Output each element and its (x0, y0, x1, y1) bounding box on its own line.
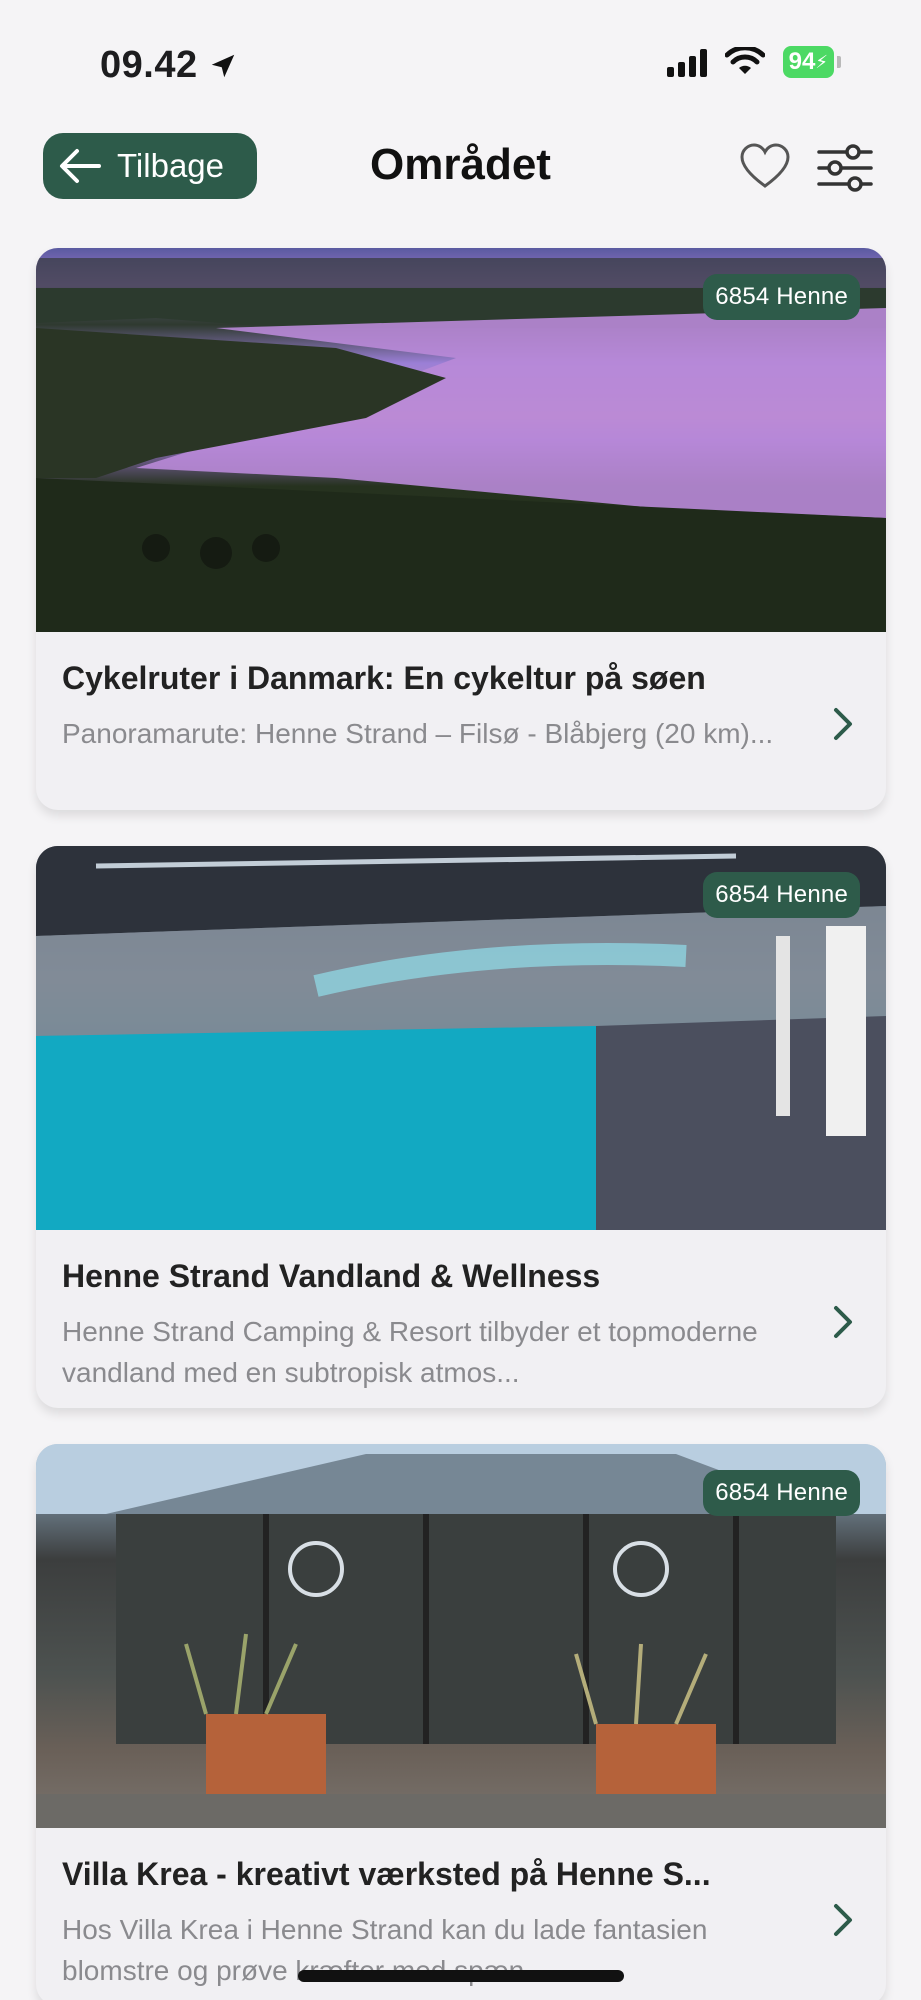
navigation-bar: Området Tilbage (0, 130, 921, 200)
card-title: Henne Strand Vandland & Wellness (62, 1258, 601, 1294)
cellular-signal-icon (666, 47, 707, 77)
arrow-left-icon (60, 149, 101, 183)
back-button-label: Tilbage (117, 147, 225, 184)
card-body: Cykelruter i Danmark: En cykeltur på søe… (36, 632, 886, 810)
filter-sliders-icon[interactable] (815, 140, 875, 196)
zip-badge: 6854 Henne (703, 274, 860, 320)
card-image-pool: 6854 Henne (36, 846, 886, 1230)
card-body: Henne Strand Vandland & Wellness Henne S… (36, 1230, 886, 1408)
card-title: Cykelruter i Danmark: En cykeltur på søe… (62, 660, 706, 696)
favorite-heart-icon[interactable] (737, 139, 793, 195)
card-description: Panoramarute: Henne Strand – Filsø - Blå… (62, 718, 774, 749)
battery-level: 94 (788, 48, 816, 75)
chevron-right-icon[interactable] (830, 704, 856, 744)
card-description: Henne Strand Camping & Resort tilbyder e… (62, 1316, 758, 1388)
zip-badge: 6854 Henne (703, 872, 860, 918)
back-button[interactable]: Tilbage (43, 133, 257, 199)
card-image-villa: 6854 Henne (36, 1444, 886, 1828)
card-image-lake: 6854 Henne (36, 248, 886, 632)
battery-icon: 94 ⚡ (782, 46, 841, 78)
screen: 09.42 94 ⚡ Området Tilbage 6854 Henne Cy… (0, 0, 921, 2000)
card-title: Villa Krea - kreativt værksted på Henne … (62, 1856, 711, 1892)
card-cycling-route[interactable]: 6854 Henne Cykelruter i Danmark: En cyke… (36, 248, 886, 810)
status-bar: 09.42 94 ⚡ (0, 0, 921, 120)
location-arrow-icon (211, 54, 234, 77)
zip-badge: 6854 Henne (703, 1470, 860, 1516)
home-indicator[interactable] (298, 1970, 624, 1982)
chevron-right-icon[interactable] (830, 1302, 856, 1342)
status-time: 09.42 (100, 44, 238, 87)
status-icons: 94 ⚡ (666, 46, 841, 78)
card-villa-krea[interactable]: 6854 Henne Villa Krea - kreativt værkste… (36, 1444, 886, 2000)
time-text: 09.42 (100, 44, 198, 86)
card-water-park[interactable]: 6854 Henne Henne Strand Vandland & Welln… (36, 846, 886, 1408)
chevron-right-icon[interactable] (830, 1900, 856, 1940)
wifi-icon (724, 47, 765, 74)
